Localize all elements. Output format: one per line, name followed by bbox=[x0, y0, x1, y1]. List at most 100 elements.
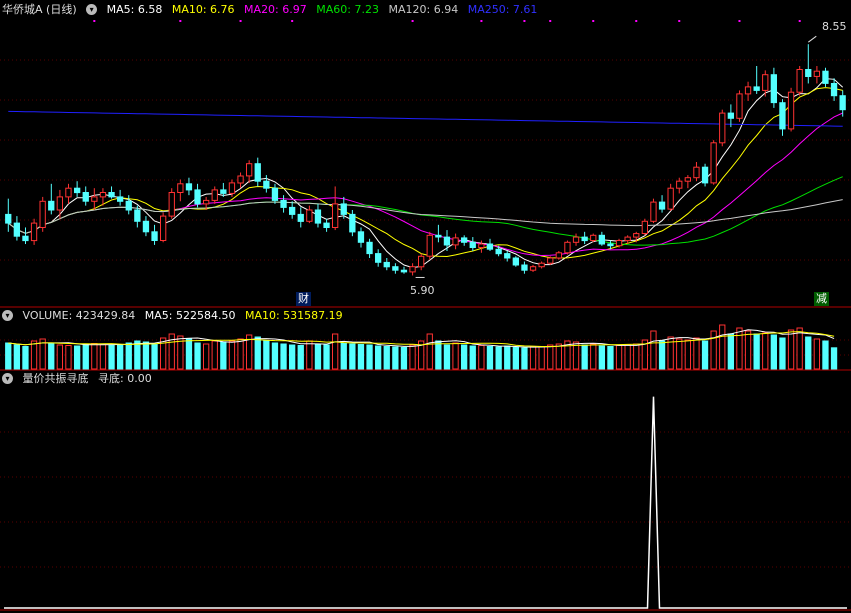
candle bbox=[56, 196, 64, 211]
volume-bar bbox=[521, 347, 528, 370]
volume-bar bbox=[684, 339, 692, 370]
volume-bar bbox=[134, 340, 141, 370]
candle bbox=[323, 222, 330, 229]
volume-bar bbox=[91, 343, 98, 370]
candle bbox=[254, 163, 261, 182]
volume-bar bbox=[822, 340, 829, 370]
ma120-label: MA120: 6.94 bbox=[388, 3, 459, 16]
ma60-label: MA60: 7.23 bbox=[316, 3, 379, 16]
candle bbox=[452, 237, 459, 246]
candle bbox=[830, 83, 838, 97]
volume-bar bbox=[676, 338, 683, 370]
candle bbox=[787, 91, 795, 130]
volume-bar bbox=[56, 344, 64, 370]
candle bbox=[30, 222, 38, 242]
candle bbox=[658, 201, 666, 210]
candle bbox=[486, 243, 494, 250]
ma250-label: MA250: 7.61 bbox=[467, 3, 538, 16]
volume-bar bbox=[289, 344, 296, 370]
volume-bar bbox=[22, 346, 29, 370]
volume-bar bbox=[504, 345, 511, 370]
candle bbox=[701, 166, 709, 184]
candle bbox=[65, 187, 72, 198]
candle bbox=[598, 234, 606, 245]
price-header: 华侨城A (日线) ▾ MA5: 6.58 MA10: 6.76 MA20: 6… bbox=[2, 2, 543, 18]
volume-bar bbox=[787, 329, 795, 370]
candle bbox=[581, 236, 588, 242]
candle bbox=[822, 70, 829, 84]
volume-bar bbox=[237, 338, 244, 370]
candle bbox=[839, 95, 846, 111]
volume-bar bbox=[82, 343, 89, 370]
candle bbox=[641, 220, 649, 235]
candle bbox=[624, 236, 631, 242]
volume-bar bbox=[727, 333, 735, 370]
candle bbox=[22, 235, 29, 242]
volume-bar bbox=[392, 346, 399, 370]
volume-bar bbox=[435, 340, 442, 370]
signal-dot bbox=[93, 20, 96, 22]
ma10-label: MA10: 6.76 bbox=[171, 3, 235, 16]
volume-bar bbox=[650, 330, 657, 370]
candle bbox=[246, 163, 253, 177]
candle bbox=[349, 213, 356, 233]
volume-bar bbox=[125, 342, 132, 370]
volume-bar bbox=[142, 341, 150, 370]
candle bbox=[366, 241, 373, 255]
volume-bar bbox=[538, 346, 545, 370]
candle bbox=[667, 187, 674, 210]
volume-bar bbox=[658, 340, 666, 370]
volume-bar bbox=[5, 342, 12, 370]
candle bbox=[753, 86, 760, 91]
volume-bar bbox=[203, 343, 210, 370]
volume-bar bbox=[478, 345, 485, 370]
signal-dot bbox=[549, 20, 552, 22]
volume-bar bbox=[512, 347, 520, 370]
candle bbox=[805, 69, 812, 77]
chevron-down-icon[interactable]: ▾ bbox=[2, 309, 13, 321]
candle bbox=[117, 196, 124, 202]
candle bbox=[572, 236, 580, 243]
signal-dot bbox=[592, 20, 595, 22]
signal-dot bbox=[523, 20, 526, 22]
volume-bar bbox=[65, 345, 72, 370]
volume-bar bbox=[590, 343, 597, 370]
volume-bar bbox=[314, 343, 322, 370]
volume-bar bbox=[13, 344, 20, 370]
candle bbox=[521, 264, 528, 271]
volume-bar bbox=[426, 333, 433, 370]
candle bbox=[538, 262, 545, 268]
candle bbox=[435, 234, 442, 238]
volume-header: ▾ VOLUME: 423429.84 MA5: 522584.50 MA10:… bbox=[2, 308, 349, 324]
volume-bar bbox=[547, 344, 554, 370]
event-tag-reduce[interactable]: 减 bbox=[814, 292, 829, 306]
candle bbox=[727, 112, 735, 119]
candle bbox=[426, 234, 433, 257]
chevron-down-icon[interactable]: ▾ bbox=[2, 372, 13, 384]
volume-bar bbox=[99, 344, 107, 370]
candle bbox=[478, 243, 485, 248]
candle bbox=[263, 180, 270, 189]
indicator-title: 量价共振寻底 bbox=[22, 372, 89, 385]
candle bbox=[418, 255, 425, 268]
volume-bar bbox=[719, 324, 726, 370]
volume-bar bbox=[340, 342, 347, 370]
candle bbox=[332, 203, 339, 228]
volume-bar bbox=[400, 347, 408, 370]
volume-bar bbox=[762, 332, 769, 370]
candle bbox=[340, 203, 347, 215]
candle bbox=[39, 200, 46, 229]
volume-bar bbox=[271, 342, 279, 370]
chevron-down-icon[interactable]: ▾ bbox=[86, 3, 98, 15]
volume-bar bbox=[409, 344, 416, 370]
candle bbox=[650, 201, 657, 222]
volume-bar bbox=[220, 341, 227, 370]
low-price-label: 5.90 bbox=[410, 284, 435, 297]
volume-bar bbox=[194, 342, 201, 370]
event-tag-finance[interactable]: 财 bbox=[296, 292, 311, 306]
volume-bar bbox=[383, 346, 390, 370]
signal-dot bbox=[411, 20, 414, 22]
ma5-line bbox=[7, 78, 844, 269]
candle bbox=[607, 243, 614, 247]
candle bbox=[160, 215, 167, 242]
